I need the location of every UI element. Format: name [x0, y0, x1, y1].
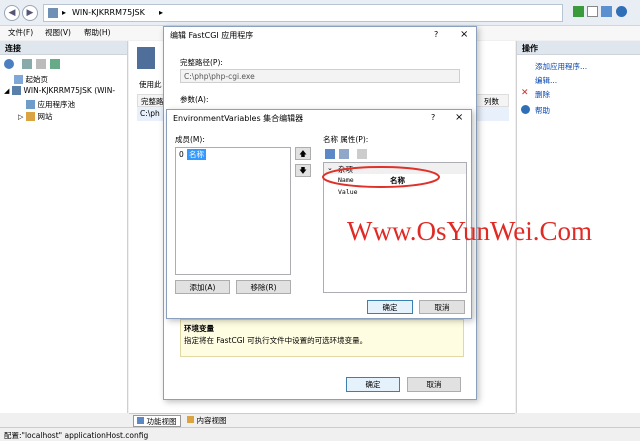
action-add-app[interactable]: 添加应用程序...: [535, 61, 587, 72]
save-icon[interactable]: [22, 59, 32, 69]
expand-icon[interactable]: ▷: [18, 113, 23, 121]
annotation-ellipse: [322, 166, 440, 188]
description-text: 指定将在 FastCGI 可执行文件中设置的可选环境变量。: [184, 336, 368, 345]
member-name: 名称: [187, 149, 206, 160]
fastcgi-cancel-button[interactable]: 取消: [407, 377, 461, 392]
address-chevron: ▸: [62, 8, 67, 17]
up-icon[interactable]: [36, 59, 46, 69]
tab-content-view[interactable]: 内容视图: [184, 415, 230, 427]
fullpath-input[interactable]: C:\php\php-cgi.exe: [180, 69, 460, 83]
members-label: 成员(M):: [175, 135, 205, 144]
description-title: 环境变量: [184, 324, 214, 333]
env-title: EnvironmentVariables 集合编辑器: [173, 114, 304, 123]
move-up-button[interactable]: 🡅: [295, 147, 311, 160]
fastcgi-titlebar: 编辑 FastCGI 应用程序 ? ×: [164, 27, 476, 45]
fastcgi-feature-icon: [137, 47, 155, 69]
start-page-icon: [14, 75, 23, 84]
connections-title: 连接: [0, 41, 127, 55]
refresh-icon[interactable]: [50, 59, 60, 69]
action-edit[interactable]: 编辑...: [535, 75, 557, 86]
delete-icon: ✕: [521, 88, 529, 98]
watermark-text: Www.OsYunWei.Com: [347, 216, 593, 246]
description-box: 环境变量 指定将在 FastCGI 可执行文件中设置的可选环境变量。: [180, 319, 464, 357]
app-pools-icon: [26, 100, 35, 109]
status-text: 配置:"localhost" applicationHost.config: [4, 431, 149, 440]
tree-start-page[interactable]: 起始页: [14, 74, 48, 85]
tab-feature-view[interactable]: 功能视图: [133, 415, 181, 427]
feature-view-label: 功能视图: [146, 417, 177, 426]
stop-icon[interactable]: [587, 6, 598, 17]
grid-col-count[interactable]: 列数: [484, 96, 499, 107]
feature-view-icon: [137, 417, 144, 424]
args-label: 参数(A):: [180, 95, 209, 104]
annotation-ellipse-shape: [322, 166, 440, 188]
status-bar: 配置:"localhost" applicationHost.config: [0, 427, 640, 441]
back-button[interactable]: ◀: [4, 5, 20, 21]
members-list[interactable]: 0 名称: [175, 147, 291, 275]
tree-server[interactable]: ◢ WIN-KJKRRM75JSK (WIN-: [4, 86, 115, 95]
address-chevron-2: ▸: [159, 8, 164, 17]
actions-title: 操作: [517, 41, 640, 55]
env-ok-button[interactable]: 确定: [367, 300, 413, 314]
sort-alpha-icon[interactable]: [339, 149, 349, 159]
fastcgi-ok-button[interactable]: 确定: [346, 377, 400, 392]
env-titlebar: EnvironmentVariables 集合编辑器 ? ×: [167, 110, 471, 128]
content-view-icon: [187, 416, 194, 423]
center-usage-fragment: 使用此: [139, 80, 162, 89]
collapse-icon[interactable]: ◢: [4, 87, 9, 95]
env-close-button[interactable]: ×: [455, 112, 463, 123]
env-cancel-button[interactable]: 取消: [419, 300, 465, 314]
sites-folder-icon: [25, 112, 35, 121]
add-member-button[interactable]: 添加(A): [175, 280, 230, 294]
fullpath-label: 完整路径(P):: [180, 58, 223, 67]
content-view-label: 内容视图: [196, 416, 227, 425]
fastcgi-help-button[interactable]: ?: [434, 30, 438, 39]
fastcgi-title: 编辑 FastCGI 应用程序: [170, 31, 254, 40]
server-label: WIN-KJKRRM75JSK (WIN-: [23, 86, 116, 95]
categorized-icon[interactable]: [325, 149, 335, 159]
tree-app-pools[interactable]: 应用程序池: [26, 99, 75, 110]
property-pages-icon[interactable]: [357, 149, 367, 159]
properties-toolbar: [323, 147, 467, 161]
tree-sites[interactable]: ▷ 网站: [18, 111, 52, 122]
start-page-label: 起始页: [25, 75, 49, 84]
member-item[interactable]: 0 名称: [177, 149, 289, 160]
move-down-button[interactable]: 🡇: [295, 164, 311, 177]
help-action-icon: [521, 105, 530, 114]
help-icon[interactable]: [616, 6, 627, 17]
app-pools-label: 应用程序池: [37, 100, 76, 109]
remove-member-button[interactable]: 移除(R): [236, 280, 291, 294]
fastcgi-close-button[interactable]: ×: [460, 29, 468, 40]
server-icon: [48, 8, 58, 18]
grid-row-path: C:\ph: [140, 109, 160, 118]
member-index: 0: [179, 150, 184, 159]
connections-toolbar: [2, 58, 122, 70]
grid-col-path[interactable]: 完整路: [141, 96, 164, 107]
menu-file[interactable]: 文件(F): [8, 27, 33, 38]
action-delete[interactable]: 删除: [535, 89, 550, 100]
fullpath-value: C:\php\php-cgi.exe: [184, 72, 255, 81]
properties-label: 名称 属性(P):: [323, 135, 369, 144]
forward-button[interactable]: ▶: [22, 5, 38, 21]
go-icon[interactable]: [573, 6, 584, 17]
address-path: WIN-KJKRRM75JSK: [72, 8, 145, 17]
connections-panel: 连接 起始页 ◢ WIN-KJKRRM75JSK (WIN- 应用程序池 ▷ 网…: [0, 41, 128, 413]
sites-label: 网站: [37, 112, 53, 121]
address-box[interactable]: ▸ WIN-KJKRRM75JSK ▸: [43, 4, 563, 22]
env-editor-dialog: EnvironmentVariables 集合编辑器 ? × 成员(M): 0 …: [166, 109, 472, 319]
menu-view[interactable]: 视图(V): [45, 27, 71, 38]
env-help-button[interactable]: ?: [431, 113, 435, 122]
view-tabs: 功能视图 内容视图: [129, 413, 515, 427]
address-bar: ◀ ▶ ▸ WIN-KJKRRM75JSK ▸: [0, 0, 640, 26]
home-icon[interactable]: [601, 6, 612, 17]
connect-icon[interactable]: [4, 59, 14, 69]
action-help[interactable]: 帮助: [535, 105, 550, 116]
menu-help[interactable]: 帮助(H): [84, 27, 111, 38]
server-node-icon: [11, 86, 21, 95]
